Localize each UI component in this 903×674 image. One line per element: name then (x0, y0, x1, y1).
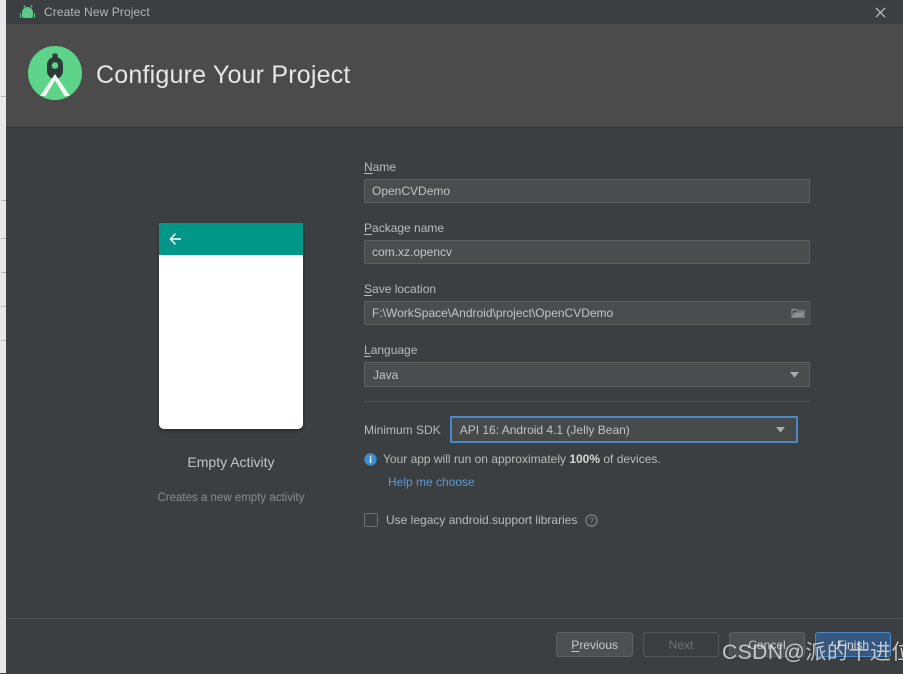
form-divider (364, 401, 810, 402)
dialog-footer: Previous Next Cancel Finish (6, 618, 903, 674)
field-name: Name (364, 158, 812, 203)
preview-appbar (159, 223, 303, 255)
save-location-label: Save location (364, 282, 437, 296)
minimum-sdk-value: API 16: Android 4.1 (Jelly Bean) (459, 422, 630, 437)
close-icon[interactable] (858, 0, 903, 24)
cancel-button-label: Cancel (748, 637, 786, 652)
titlebar-left-group: Create New Project (19, 0, 150, 24)
info-icon (364, 453, 377, 471)
create-new-project-dialog: Create New Project Configure Your Projec… (6, 0, 903, 674)
info-text-before: Your app will run on approximately (383, 452, 570, 466)
language-label: Language (364, 343, 418, 357)
android-studio-logo-icon (26, 44, 84, 102)
legacy-libraries-row: Use legacy android.support libraries ? (364, 513, 812, 527)
field-language: Language Java (364, 341, 812, 387)
svg-text:?: ? (590, 516, 595, 525)
template-preview-image (159, 223, 303, 429)
help-me-choose-link[interactable]: Help me choose (388, 475, 812, 489)
device-coverage-info: Your app will run on approximately 100% … (364, 452, 812, 471)
next-button[interactable]: Next (643, 632, 719, 657)
page-title: Configure Your Project (96, 61, 351, 89)
field-save-location: Save location (364, 280, 812, 325)
finish-button[interactable]: Finish (815, 632, 891, 657)
name-label: Name (364, 160, 397, 174)
template-name: Empty Activity (187, 454, 275, 470)
folder-icon[interactable] (785, 302, 811, 324)
package-name-input[interactable] (364, 240, 810, 264)
legacy-libraries-checkbox[interactable] (364, 513, 378, 527)
minimum-sdk-label: Minimum SDK (364, 422, 441, 437)
project-config-form: Name Package name Save location (364, 158, 812, 527)
dialog-title-text: Create New Project (44, 5, 150, 19)
save-location-input[interactable] (364, 301, 810, 325)
device-coverage-text: Your app will run on approximately 100% … (383, 452, 661, 466)
question-circle-icon[interactable]: ? (585, 513, 599, 527)
package-name-label: Package name (364, 221, 445, 235)
name-input[interactable] (364, 179, 810, 203)
chevron-down-icon (770, 426, 796, 433)
previous-button-label: revious (579, 637, 618, 652)
previous-button[interactable]: Previous (556, 632, 633, 657)
template-description: Creates a new empty activity (157, 492, 305, 504)
field-package-name: Package name (364, 219, 812, 264)
language-value: Java (373, 367, 399, 382)
dialog-header: Configure Your Project (6, 24, 903, 128)
field-minimum-sdk: Minimum SDK API 16: Android 4.1 (Jelly B… (364, 416, 812, 443)
android-robot-icon (19, 4, 36, 18)
next-button-label: Next (668, 637, 694, 652)
template-preview-panel: Empty Activity Creates a new empty activ… (86, 223, 376, 504)
legacy-libraries-label: Use legacy android.support libraries (386, 513, 578, 527)
finish-button-label: Finish (836, 637, 869, 652)
arrow-left-icon (168, 231, 184, 247)
language-select[interactable]: Java (364, 362, 810, 387)
device-percent: 100% (569, 452, 601, 466)
cancel-button[interactable]: Cancel (729, 632, 805, 657)
chevron-down-icon (783, 371, 809, 378)
info-text-after: of devices. (600, 452, 661, 466)
previous-button-mnemonic: P (571, 637, 580, 652)
minimum-sdk-select[interactable]: API 16: Android 4.1 (Jelly Bean) (449, 416, 798, 443)
dialog-titlebar: Create New Project (6, 0, 903, 25)
footer-button-group: Previous Next Cancel Finish (556, 632, 891, 657)
dialog-body: Empty Activity Creates a new empty activ… (6, 128, 903, 618)
